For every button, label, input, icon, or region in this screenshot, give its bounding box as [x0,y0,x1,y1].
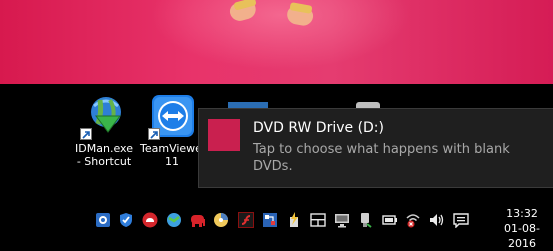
dvd-drive-icon [208,119,240,151]
taskbar-clock[interactable]: 13:32 01-08-2016 [495,206,549,251]
battery-icon[interactable] [382,212,398,228]
network-scan-icon[interactable] [262,212,278,228]
volume-icon[interactable] [429,212,445,228]
security-shield-icon[interactable] [118,212,134,228]
notification-title: DVD RW Drive (D:) [253,120,384,136]
action-center-icon[interactable] [453,212,469,229]
settings-tray-icon[interactable] [95,212,111,228]
notification-toast[interactable]: DVD RW Drive (D:) Tap to choose what hap… [198,108,553,188]
desktop-icon-idman[interactable]: IDMan.exe - Shortcut [72,92,136,168]
clock-date: 01-08-2016 [504,222,540,250]
globe-sync-icon[interactable] [166,212,182,228]
desktop-icon-label: TeamViewer 11 [140,142,207,168]
windows-tray-icon[interactable] [310,212,326,228]
wallpaper-glow [150,0,410,70]
desktop-wallpaper [0,0,553,84]
cloud-app-icon[interactable] [142,212,158,228]
network-disconnected-icon[interactable] [405,212,421,228]
idm-icon [80,92,128,140]
disk-app-icon[interactable] [213,212,229,228]
desktop-icon-teamviewer[interactable]: TeamViewer 11 [140,92,207,168]
teamviewer-icon [148,92,196,140]
taskbar: 13:32 01-08-2016 [0,200,553,250]
power-tray-icon[interactable] [286,212,302,228]
flash-player-icon[interactable] [238,212,254,228]
monitor-tray-icon[interactable] [334,212,350,228]
elephant-app-icon[interactable] [190,212,206,228]
notification-message: Tap to choose what happens with blank DV… [253,142,510,174]
clock-time: 13:32 [506,207,538,220]
desktop-icon-label: IDMan.exe - Shortcut [75,142,133,168]
usb-device-icon[interactable] [357,212,373,228]
shortcut-arrow-icon [80,128,92,140]
shortcut-arrow-icon [148,128,160,140]
